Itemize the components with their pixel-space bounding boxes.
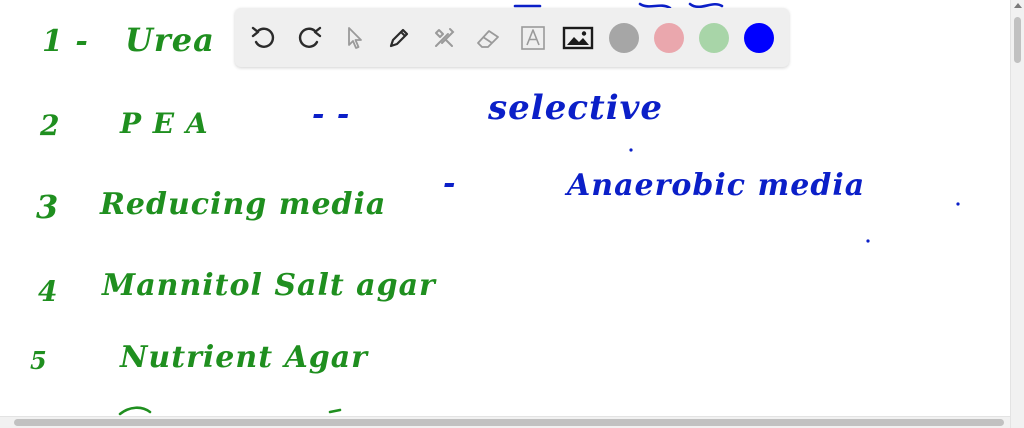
eraser-icon	[477, 29, 500, 48]
select-button[interactable]	[337, 21, 371, 55]
eraser-button[interactable]	[472, 21, 506, 55]
horizontal-scrollbar[interactable]	[0, 416, 1010, 428]
scroll-up-arrow-icon[interactable]	[1014, 3, 1022, 8]
line-2-dashes: - -	[312, 97, 350, 132]
line-3-number: 3	[36, 188, 59, 226]
color-swatch-pink[interactable]	[654, 22, 685, 53]
ink-dot	[866, 239, 870, 243]
redo-button[interactable]	[292, 21, 326, 55]
cut-off-green-stroke	[118, 406, 342, 416]
text-button[interactable]	[516, 21, 550, 55]
image-icon	[563, 26, 594, 49]
redo-icon	[298, 26, 322, 48]
line-2-number: 2	[39, 109, 60, 142]
tools-button[interactable]	[427, 21, 461, 55]
undo-icon	[251, 26, 275, 48]
drawing-toolbar	[235, 8, 789, 67]
ink-dot	[629, 148, 633, 152]
pen-button[interactable]	[382, 21, 416, 55]
line-5-text: Nutrient Agar	[119, 340, 369, 375]
vertical-scroll-thumb[interactable]	[1014, 17, 1021, 63]
anaerobic-note: Anaerobic media	[564, 168, 865, 203]
line-3-text: Reducing media	[99, 187, 386, 222]
color-swatch-gray[interactable]	[609, 22, 640, 53]
pen-icon	[389, 28, 408, 47]
line-3-dash: -	[443, 166, 456, 201]
undo-button[interactable]	[247, 21, 281, 55]
line-2-text: P E A	[119, 107, 209, 140]
text-icon	[521, 25, 546, 50]
vertical-scrollbar[interactable]	[1010, 0, 1024, 428]
line-1-text: Urea	[125, 21, 215, 59]
ink-dot	[956, 202, 960, 206]
image-button[interactable]	[561, 21, 595, 55]
tools-icon	[434, 27, 454, 47]
line-4-number: 4	[38, 275, 58, 308]
horizontal-scroll-thumb[interactable]	[14, 419, 1004, 426]
selective-note: selective	[487, 88, 663, 128]
line-1-number: 1 -	[42, 24, 89, 59]
color-swatch-blue[interactable]	[744, 22, 774, 53]
line-4-text: Mannitol Salt agar	[101, 268, 437, 303]
color-swatch-light-green[interactable]	[699, 22, 730, 53]
select-pointer-icon	[347, 26, 362, 49]
line-5-number: 5	[30, 346, 48, 375]
